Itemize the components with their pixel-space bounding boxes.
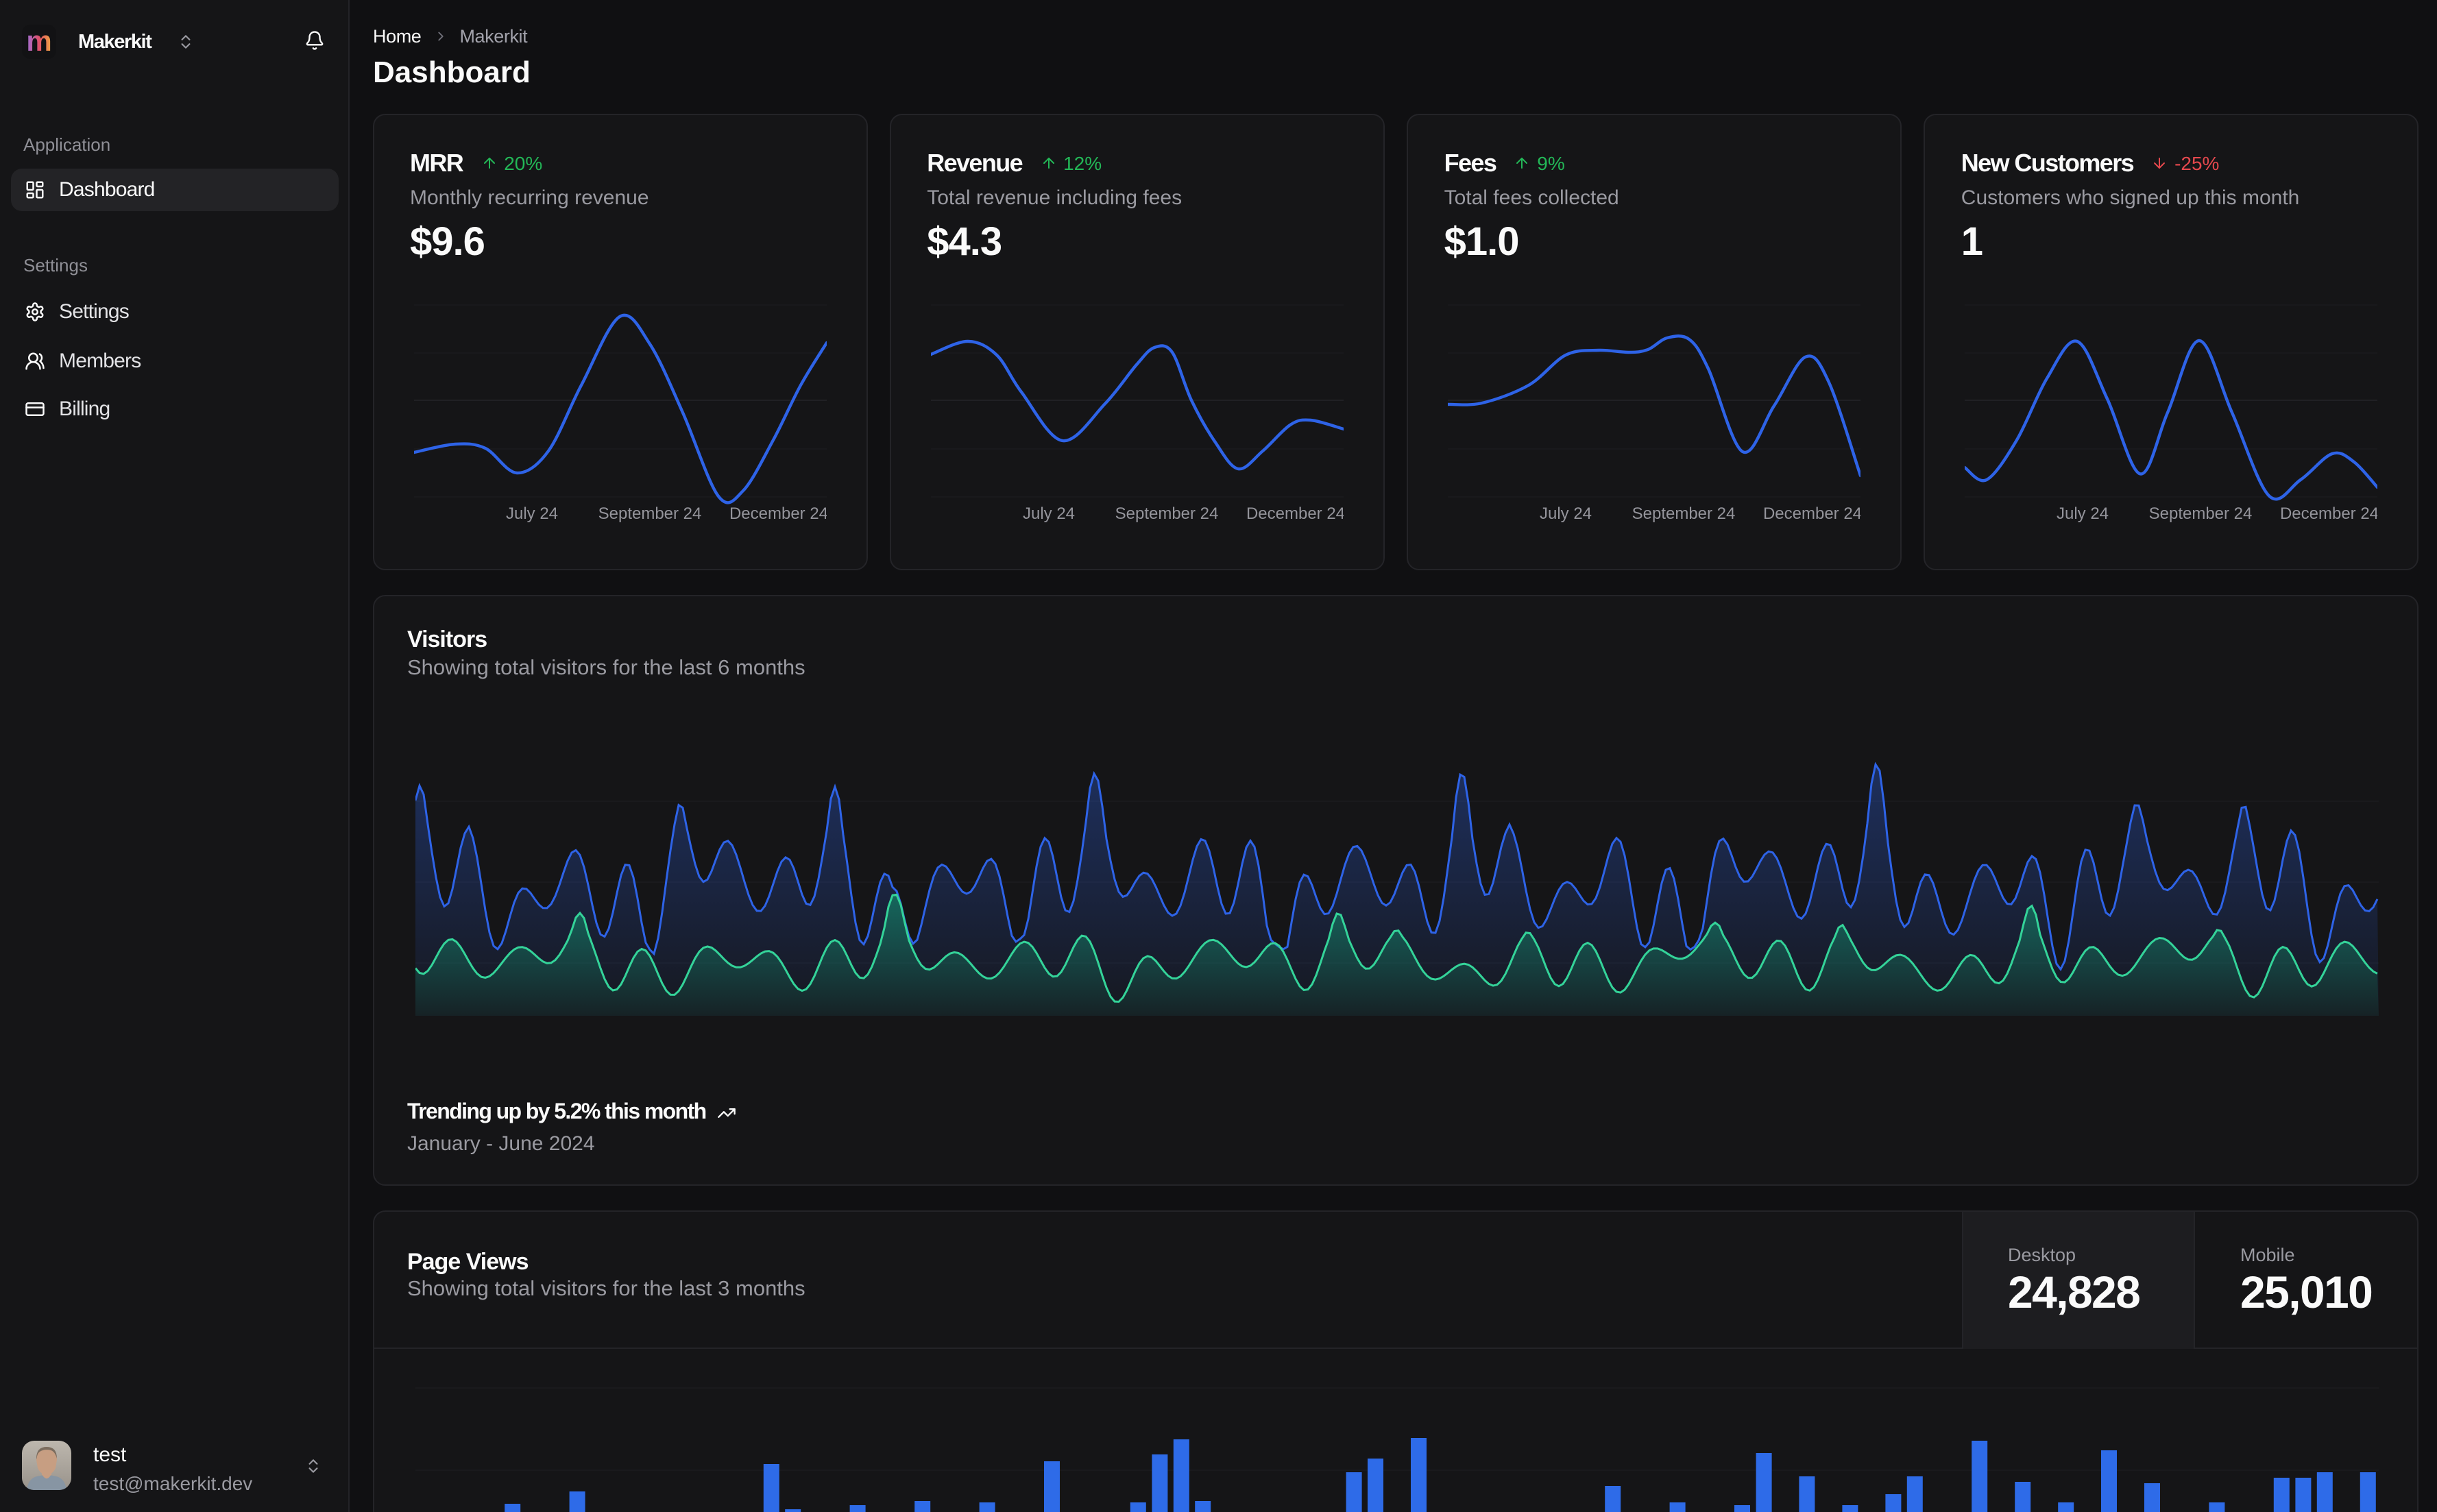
svg-text:December 24: December 24 [1764,504,1861,523]
svg-text:September 24: September 24 [1632,504,1736,523]
svg-text:m: m [26,25,51,57]
svg-text:July 24: July 24 [1540,504,1592,523]
svg-text:September 24: September 24 [598,504,702,523]
svg-text:December 24: December 24 [729,504,827,523]
svg-text:September 24: September 24 [2149,504,2253,523]
svg-text:July 24: July 24 [2057,504,2109,523]
svg-text:July 24: July 24 [1023,504,1075,523]
svg-text:September 24: September 24 [1115,504,1219,523]
svg-text:December 24: December 24 [2281,504,2378,523]
svg-text:July 24: July 24 [506,504,558,523]
svg-text:December 24: December 24 [1246,504,1344,523]
